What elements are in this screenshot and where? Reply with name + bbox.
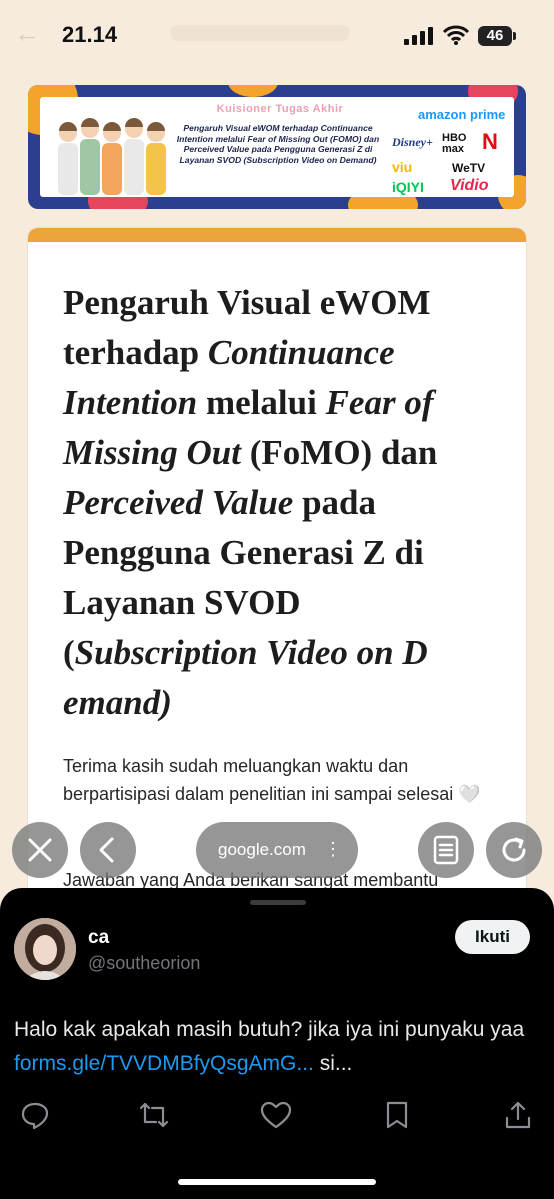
address-bar-ghost: [170, 25, 350, 41]
battery-tip: [513, 32, 516, 40]
title-part-italic: Perceived Value: [63, 483, 294, 522]
reader-mode-button[interactable]: [418, 822, 474, 878]
avatar[interactable]: [14, 918, 76, 980]
banner-text: Pengaruh Visual eWOM terhadap Continuanc…: [176, 123, 380, 165]
chevron-left-icon: [99, 837, 114, 863]
logo-disney: Disney+: [392, 135, 433, 149]
battery-indicator: 46: [478, 26, 512, 46]
sheet-drag-handle[interactable]: [250, 900, 306, 905]
logo-netflix: N: [482, 129, 498, 154]
close-icon: [28, 838, 52, 862]
share-icon[interactable]: [504, 1100, 532, 1130]
wifi-icon: [443, 25, 469, 45]
logo-iqiyi: iQIYI: [392, 179, 424, 195]
url-text: google.com: [218, 840, 306, 859]
form-title: Pengaruh Visual eWOM terhadap Continuanc…: [63, 278, 503, 728]
home-indicator[interactable]: [178, 1179, 376, 1185]
back-arrow-icon: ←: [14, 18, 40, 48]
bookmark-icon[interactable]: [384, 1100, 410, 1130]
logo-hbo-max: HBO max: [442, 132, 467, 155]
url-pill[interactable]: google.com ⋮: [196, 822, 358, 878]
document-icon: [433, 835, 459, 865]
logo-amazon-prime: amazon prime: [418, 107, 506, 122]
status-time: 21.14: [62, 22, 118, 47]
repost-icon[interactable]: [138, 1100, 170, 1130]
back-button[interactable]: [80, 822, 136, 878]
reply-icon[interactable]: [20, 1100, 50, 1130]
title-part: (FoMO) dan: [241, 433, 438, 472]
status-bar: ← 21.14 46: [0, 0, 554, 70]
title-part: melalui: [197, 383, 326, 422]
logo-viu: viu: [392, 159, 413, 175]
reload-icon: [502, 837, 526, 862]
logo-vidio: Vidio: [450, 177, 489, 194]
title-part-italic: Subscription Video on D emand): [63, 633, 428, 722]
form-header-banner: Kuisioner Tugas Akhir Pengaruh Visual eW…: [28, 85, 526, 209]
follow-button[interactable]: Ikuti: [455, 920, 530, 954]
close-button[interactable]: [12, 822, 68, 878]
people-illustration: [58, 118, 166, 195]
avatar-image: [14, 918, 76, 980]
form-description: Terima kasih sudah meluangkan waktu dan …: [63, 756, 481, 804]
banner-card: Kuisioner Tugas Akhir Pengaruh Visual eW…: [40, 97, 514, 197]
reload-button[interactable]: [486, 822, 542, 878]
author-handle[interactable]: @southeorion: [88, 953, 200, 974]
like-icon[interactable]: [260, 1100, 292, 1130]
banner-heading: Kuisioner Tugas Akhir: [216, 103, 344, 115]
tweet-text-start: Halo kak apakah masih butuh? jika iya in…: [14, 1018, 525, 1041]
card-accent-bar: [28, 228, 526, 242]
more-options-icon[interactable]: ⋮: [324, 839, 342, 860]
author-display-name[interactable]: ca: [88, 927, 109, 949]
tweet-text: Halo kak apakah masih butuh? jika iya in…: [14, 1013, 544, 1081]
tweet-text-end: si...: [313, 1052, 353, 1075]
tweet-link[interactable]: forms.gle/TVVDMBfyQsgAmG...: [14, 1052, 314, 1075]
logo-wetv: WeTV: [452, 161, 486, 175]
cellular-signal-icon: [404, 27, 433, 45]
